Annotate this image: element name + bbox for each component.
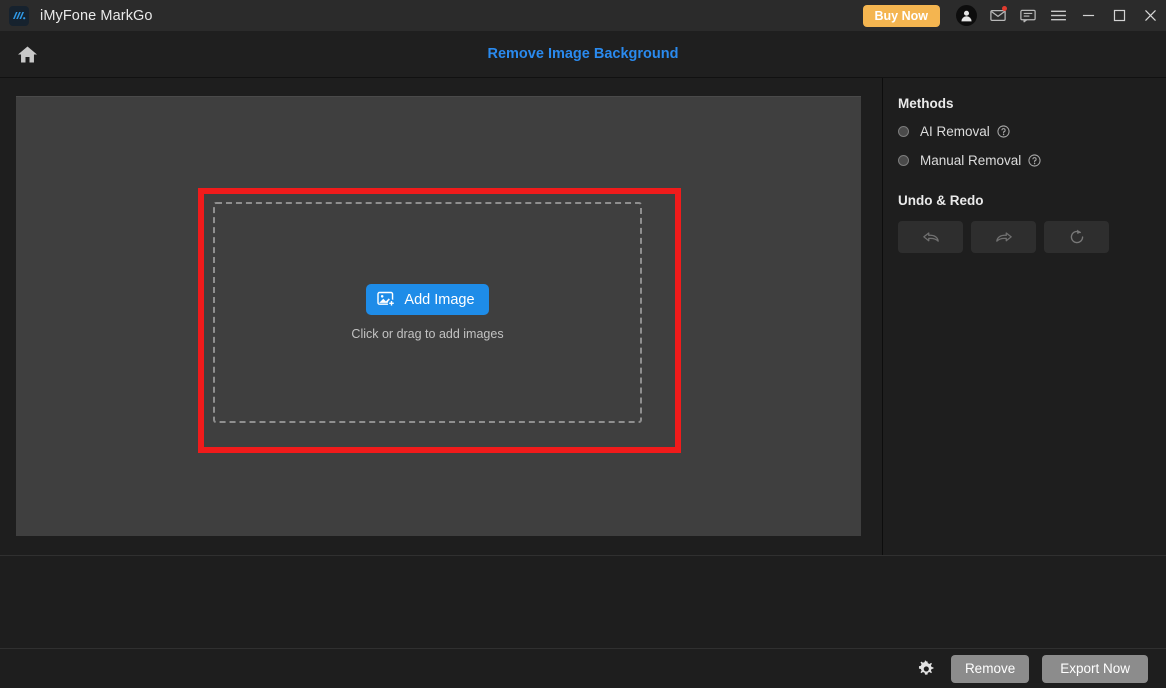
- minimize-icon[interactable]: [1073, 0, 1104, 31]
- export-now-button[interactable]: Export Now: [1042, 654, 1148, 683]
- maximize-icon[interactable]: [1104, 0, 1135, 31]
- radio-manual-removal-mark[interactable]: [898, 155, 909, 166]
- mail-icon[interactable]: [983, 0, 1013, 31]
- undo-redo-button-row: [898, 221, 1148, 253]
- hamburger-menu-icon[interactable]: [1043, 0, 1073, 31]
- panel-divider-vertical: [882, 78, 883, 555]
- add-image-label: Add Image: [404, 291, 475, 308]
- workspace: Add Image Click or drag to add images Me…: [0, 78, 1166, 648]
- redo-arrow-icon: [993, 228, 1015, 246]
- methods-side-panel: Methods AI Removal Manual Removal Undo &…: [898, 96, 1148, 253]
- methods-heading: Methods: [898, 96, 954, 111]
- reset-button[interactable]: [1044, 221, 1109, 253]
- buy-now-button[interactable]: Buy Now: [862, 4, 940, 27]
- page-title: Remove Image Background: [487, 46, 679, 62]
- add-image-button[interactable]: Add Image: [366, 284, 489, 315]
- app-window: iMyFone MarkGo Buy Now Remove Image Back…: [0, 0, 1166, 688]
- undo-button[interactable]: [898, 221, 963, 253]
- footer-bar: Remove Export Now: [0, 648, 1166, 688]
- chat-bubble-icon[interactable]: [1013, 0, 1043, 31]
- redo-button[interactable]: [971, 221, 1036, 253]
- undo-arrow-icon: [920, 228, 942, 246]
- help-circle-icon[interactable]: [997, 125, 1010, 138]
- app-title: iMyFone MarkGo: [40, 7, 153, 24]
- help-circle-icon[interactable]: [1028, 154, 1041, 167]
- dropzone-highlight-box: Add Image Click or drag to add images: [198, 188, 681, 453]
- mail-notification-badge: [1002, 6, 1007, 11]
- gear-icon[interactable]: [916, 658, 938, 680]
- image-plus-icon: [377, 291, 396, 308]
- radio-manual-removal-label: Manual Removal: [920, 153, 1022, 168]
- radio-ai-removal-label: AI Removal: [920, 124, 990, 139]
- user-avatar-icon[interactable]: [956, 5, 977, 26]
- title-bar-controls: Buy Now: [862, 0, 1166, 31]
- radio-ai-removal-mark[interactable]: [898, 126, 909, 137]
- dropzone-hint-text: Click or drag to add images: [351, 327, 504, 341]
- image-dropzone[interactable]: Add Image Click or drag to add images: [213, 202, 642, 423]
- radio-manual-removal[interactable]: Manual Removal: [898, 153, 1148, 168]
- undo-redo-heading: Undo & Redo: [898, 193, 984, 208]
- panel-divider-horizontal: [0, 555, 1166, 556]
- refresh-icon: [1068, 228, 1086, 246]
- image-canvas-panel[interactable]: Add Image Click or drag to add images: [16, 96, 861, 536]
- radio-ai-removal[interactable]: AI Removal: [898, 124, 1148, 139]
- remove-button[interactable]: Remove: [950, 654, 1030, 683]
- markgo-logo-icon: [9, 5, 29, 26]
- home-icon[interactable]: [12, 39, 42, 69]
- close-icon[interactable]: [1135, 0, 1166, 31]
- title-bar: iMyFone MarkGo Buy Now: [0, 0, 1166, 31]
- nav-bar: Remove Image Background: [0, 31, 1166, 78]
